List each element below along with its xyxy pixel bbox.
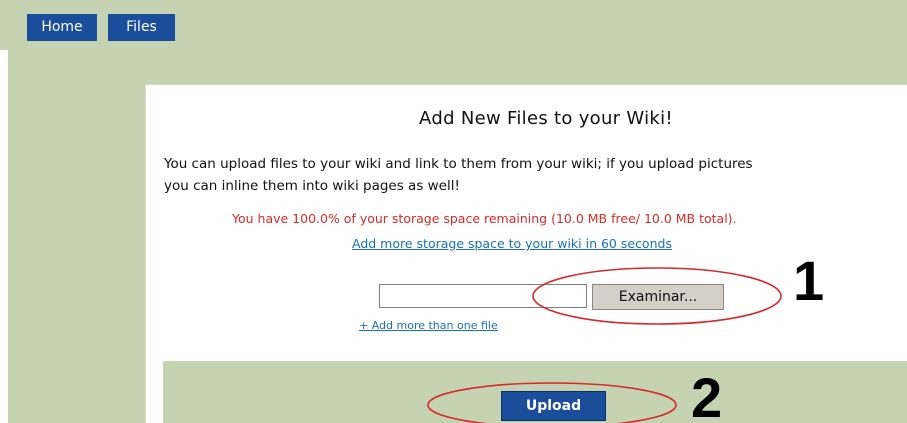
page-title-row: Add New Files to your Wiki! — [0, 108, 907, 129]
screen: Home Files Add New Files to your Wiki! Y… — [0, 0, 907, 423]
description-line-1: You can upload files to your wiki and li… — [164, 156, 753, 172]
browse-button[interactable]: Examinar... — [592, 284, 724, 310]
page-title: Add New Files to your Wiki! — [419, 108, 673, 129]
nav-tab-home[interactable]: Home — [27, 14, 97, 41]
storage-status-text: You have 100.0% of your storage space re… — [232, 211, 737, 226]
add-storage-link[interactable]: Add more storage space to your wiki in 6… — [352, 236, 672, 251]
description-line-2: you can inline them into wiki pages as w… — [164, 178, 460, 194]
annotation-step-1: 1 — [793, 249, 825, 312]
upload-button[interactable]: Upload — [501, 391, 606, 421]
file-path-input[interactable] — [379, 284, 587, 308]
description: You can upload files to your wiki and li… — [164, 153, 907, 197]
nav-tab-files[interactable]: Files — [108, 14, 175, 41]
annotation-step-2: 2 — [691, 366, 723, 423]
add-more-files-link[interactable]: + Add more than one file — [359, 319, 498, 332]
